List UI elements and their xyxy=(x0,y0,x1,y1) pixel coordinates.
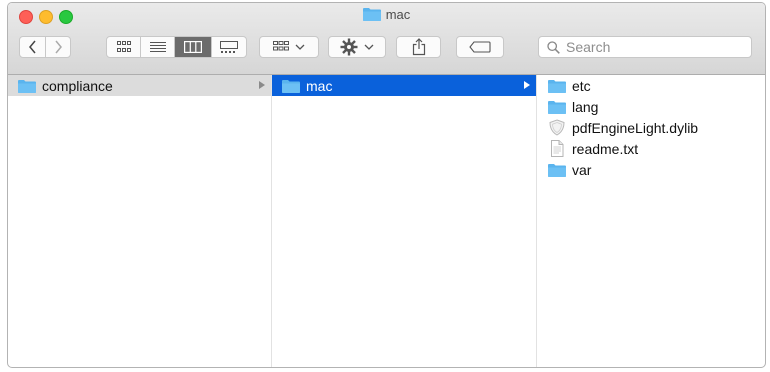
list-item-readme[interactable]: readme.txt xyxy=(537,138,765,159)
browser-column-3[interactable]: etc lang pdfEngineLight.dylib readme.txt… xyxy=(537,75,765,367)
view-mode-control xyxy=(106,36,247,58)
back-forward-control xyxy=(19,36,71,58)
folder-icon xyxy=(548,100,566,114)
folder-icon xyxy=(18,79,36,93)
search-field[interactable]: Search xyxy=(538,36,752,58)
tag-button[interactable] xyxy=(456,36,504,58)
tag-icon xyxy=(469,41,491,53)
window-title-text: mac xyxy=(385,7,411,22)
chevron-right-icon xyxy=(55,40,62,54)
toolbar: mac Search xyxy=(8,3,765,75)
search-placeholder: Search xyxy=(566,39,611,55)
list-item-compliance[interactable]: compliance xyxy=(8,75,271,96)
item-label: var xyxy=(572,161,592,178)
chevron-down-icon xyxy=(295,44,305,50)
list-item-var[interactable]: var xyxy=(537,159,765,180)
browser-column-1[interactable]: compliance xyxy=(8,75,272,367)
folder-icon xyxy=(548,163,566,177)
dylib-icon xyxy=(549,119,565,136)
chevron-down-icon xyxy=(364,44,374,50)
item-label: readme.txt xyxy=(572,140,639,157)
item-label: compliance xyxy=(42,77,113,94)
list-view-icon xyxy=(149,42,166,52)
disclosure-arrow-icon xyxy=(524,81,530,89)
chevron-left-icon xyxy=(28,40,36,54)
column-view-icon xyxy=(184,41,202,53)
item-label: etc xyxy=(572,77,591,94)
folder-icon xyxy=(362,8,381,21)
forward-button[interactable] xyxy=(46,37,70,57)
item-label: pdfEngineLight.dylib xyxy=(572,119,699,136)
list-item-mac[interactable]: mac xyxy=(272,75,536,96)
group-by-button[interactable] xyxy=(259,36,319,58)
search-icon xyxy=(547,40,560,54)
disclosure-arrow-icon xyxy=(259,81,265,89)
share-button[interactable] xyxy=(396,36,441,58)
text-file-icon xyxy=(551,140,564,157)
action-button[interactable] xyxy=(328,36,386,58)
list-item-dylib[interactable]: pdfEngineLight.dylib xyxy=(537,117,765,138)
list-view-button[interactable] xyxy=(141,37,175,57)
gear-icon xyxy=(340,38,358,56)
share-icon xyxy=(412,38,425,56)
gallery-view-button[interactable] xyxy=(212,37,246,57)
item-label: lang xyxy=(572,98,599,115)
browser-column-2[interactable]: mac xyxy=(272,75,537,367)
back-button[interactable] xyxy=(20,37,46,57)
list-item-etc[interactable]: etc xyxy=(537,75,765,96)
icon-view-button[interactable] xyxy=(107,37,141,57)
folder-icon xyxy=(548,79,566,93)
column-browser: compliance mac etc lang pdfEngineLight.d… xyxy=(8,75,765,367)
icon-view-icon xyxy=(116,41,131,52)
folder-icon xyxy=(282,79,300,93)
item-label: mac xyxy=(306,77,333,94)
column-view-button[interactable] xyxy=(175,37,212,57)
list-item-lang[interactable]: lang xyxy=(537,96,765,117)
finder-window: mac Search compliance mac etc lang pdfEn… xyxy=(7,2,766,368)
window-title: mac xyxy=(8,7,765,22)
gallery-view-icon xyxy=(220,41,238,53)
group-by-icon xyxy=(273,41,289,51)
